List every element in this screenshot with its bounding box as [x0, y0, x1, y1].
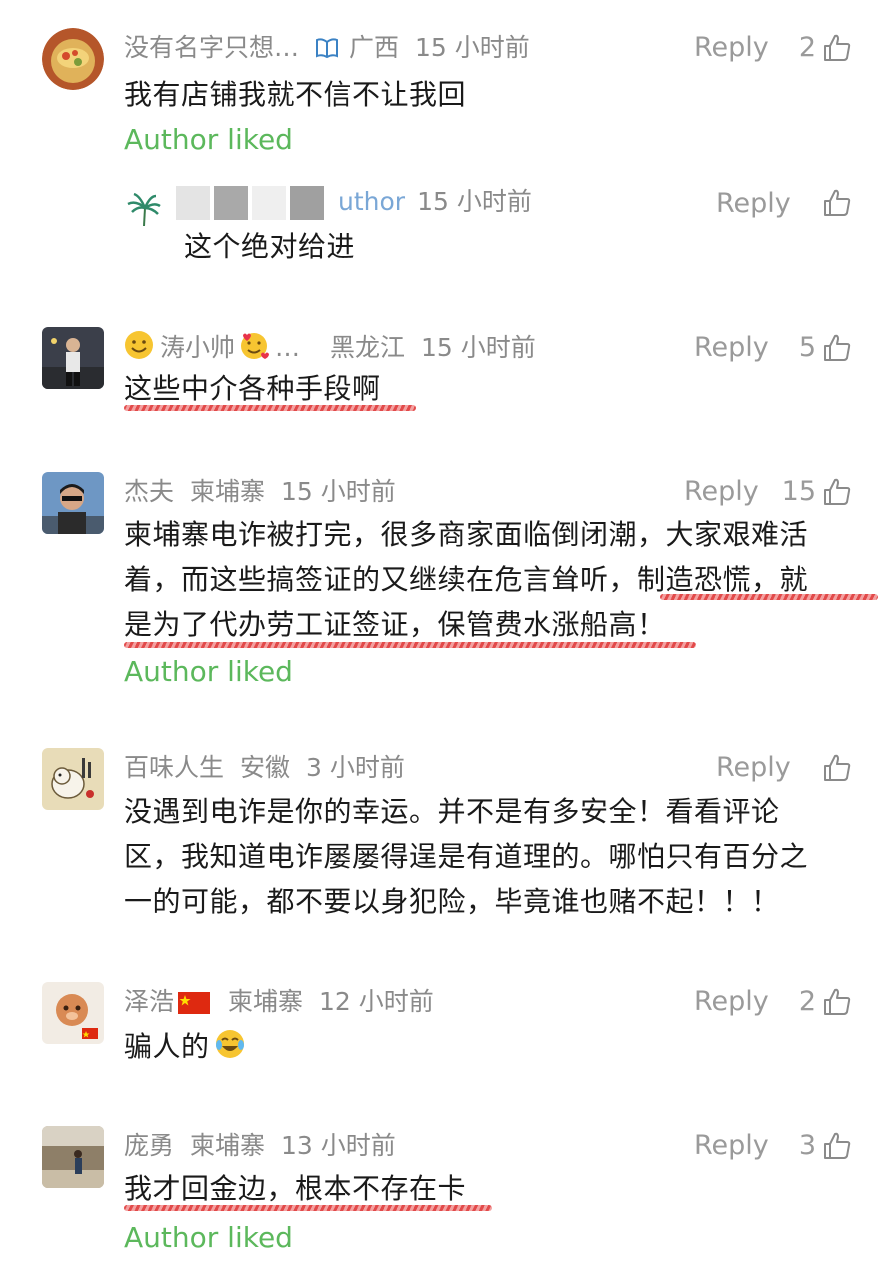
location: 柬埔寨	[190, 1131, 266, 1160]
avatar[interactable]	[42, 982, 104, 1044]
highlight-underline	[124, 1205, 492, 1211]
reply-button[interactable]: Reply	[684, 472, 759, 512]
smile-emoji-icon	[125, 331, 153, 359]
author-liked-label: Author liked	[124, 655, 293, 688]
author-liked-label: Author liked	[124, 123, 293, 156]
comment-meta: 杰夫 柬埔寨 15 小时前	[124, 472, 412, 512]
like-count: 2	[798, 32, 816, 63]
timestamp: 15 小时前	[281, 477, 396, 506]
avatar[interactable]	[42, 1126, 104, 1188]
username[interactable]: 杰夫	[124, 477, 174, 506]
thumbs-up-icon[interactable]	[822, 33, 852, 63]
reply-button[interactable]: Reply	[694, 1126, 769, 1166]
comment-meta: 百味人生 安徽 3 小时前	[124, 748, 421, 788]
thumbs-up-icon[interactable]	[822, 477, 852, 507]
comment-text-line: 是为了代办劳工证签证，保管费水涨船高！	[124, 608, 666, 641]
like-count: 3	[798, 1130, 816, 1161]
like-count: 5	[798, 332, 816, 363]
avatar[interactable]	[42, 748, 104, 810]
username[interactable]: 涛小帅	[160, 333, 235, 362]
timestamp: 15 小时前	[415, 33, 530, 62]
comment-text: 骗人的	[124, 1024, 246, 1069]
reply-button[interactable]: Reply	[716, 748, 791, 788]
thumbs-up-icon[interactable]	[822, 333, 852, 363]
location: 安徽	[240, 753, 291, 782]
comment-meta: 涛小帅 … 黑龙江 15 小时前	[124, 328, 552, 368]
comment-meta: 庞勇 柬埔寨 13 小时前	[124, 1126, 412, 1166]
tears-of-joy-emoji-icon	[215, 1030, 244, 1058]
book-icon	[316, 38, 339, 59]
location: 柬埔寨	[190, 477, 266, 506]
thumbs-up-icon[interactable]	[822, 987, 852, 1017]
like-count: 15	[781, 476, 816, 507]
blurred-username	[252, 186, 286, 220]
comment-meta: 泽浩 柬埔寨 12 小时前	[124, 982, 450, 1022]
comment-text-line: 柬埔寨电诈被打完，很多商家面临倒闭潮，大家艰难活	[124, 518, 809, 551]
author-liked-label: Author liked	[124, 1221, 293, 1254]
username-ellipsis: …	[275, 333, 301, 362]
timestamp: 12 小时前	[319, 987, 434, 1016]
comment-text: 我有店铺我就不信不让我回	[124, 78, 467, 111]
timestamp: 15 小时前	[417, 187, 532, 216]
highlight-underline	[660, 594, 878, 600]
blurred-username	[290, 186, 324, 220]
comment-text-line: 一的可能，都不要以身犯险，毕竟谁也赌不起！！！	[124, 885, 780, 918]
location: 柬埔寨	[228, 987, 304, 1016]
reply-text: 这个绝对给进	[184, 230, 356, 263]
username[interactable]: 泽浩	[124, 987, 174, 1016]
comment-text-line: 区，我知道电诈屡屡得逞是有道理的。哪怕只有百分之	[124, 840, 809, 873]
smiling-hearts-emoji-icon	[241, 333, 270, 359]
thumbs-up-icon[interactable]	[822, 188, 852, 218]
location: 广西	[349, 33, 400, 62]
reply-button[interactable]: Reply	[716, 184, 791, 224]
like-count: 2	[798, 986, 816, 1017]
username[interactable]: 庞勇	[124, 1131, 174, 1160]
comment-1: 没有名字只想… 广西 15 小时前 Reply 2 我有店铺我就不信不让我回 Aut…	[0, 0, 895, 300]
reply-meta: uthor 15 小时前	[176, 182, 548, 222]
timestamp: 13 小时前	[281, 1131, 396, 1160]
thumbs-up-icon[interactable]	[822, 1131, 852, 1161]
avatar[interactable]	[42, 327, 104, 389]
china-flag-icon	[178, 992, 211, 1014]
avatar[interactable]	[42, 28, 104, 90]
reply-button[interactable]: Reply	[694, 28, 769, 68]
username[interactable]: 百味人生	[124, 753, 224, 782]
timestamp: 15 小时前	[421, 333, 536, 362]
comment-text-line: 没遇到电诈是你的幸运。并不是有多安全！看看评论	[124, 795, 780, 828]
highlight-underline	[124, 642, 696, 648]
blurred-username	[214, 186, 248, 220]
reply-button[interactable]: Reply	[694, 982, 769, 1022]
reply-avatar[interactable]	[124, 190, 164, 230]
author-tag: uthor	[338, 187, 406, 216]
timestamp: 3 小时前	[306, 753, 405, 782]
comment-meta: 没有名字只想… 广西 15 小时前	[124, 28, 546, 68]
avatar[interactable]	[42, 472, 104, 534]
highlight-underline	[124, 405, 416, 411]
comment-text-content: 骗人的	[124, 1030, 210, 1063]
username[interactable]: 没有名字只想…	[124, 33, 299, 62]
blurred-username	[176, 186, 210, 220]
location: 黑龙江	[330, 333, 406, 362]
reply-button[interactable]: Reply	[694, 328, 769, 368]
thumbs-up-icon[interactable]	[822, 753, 852, 783]
